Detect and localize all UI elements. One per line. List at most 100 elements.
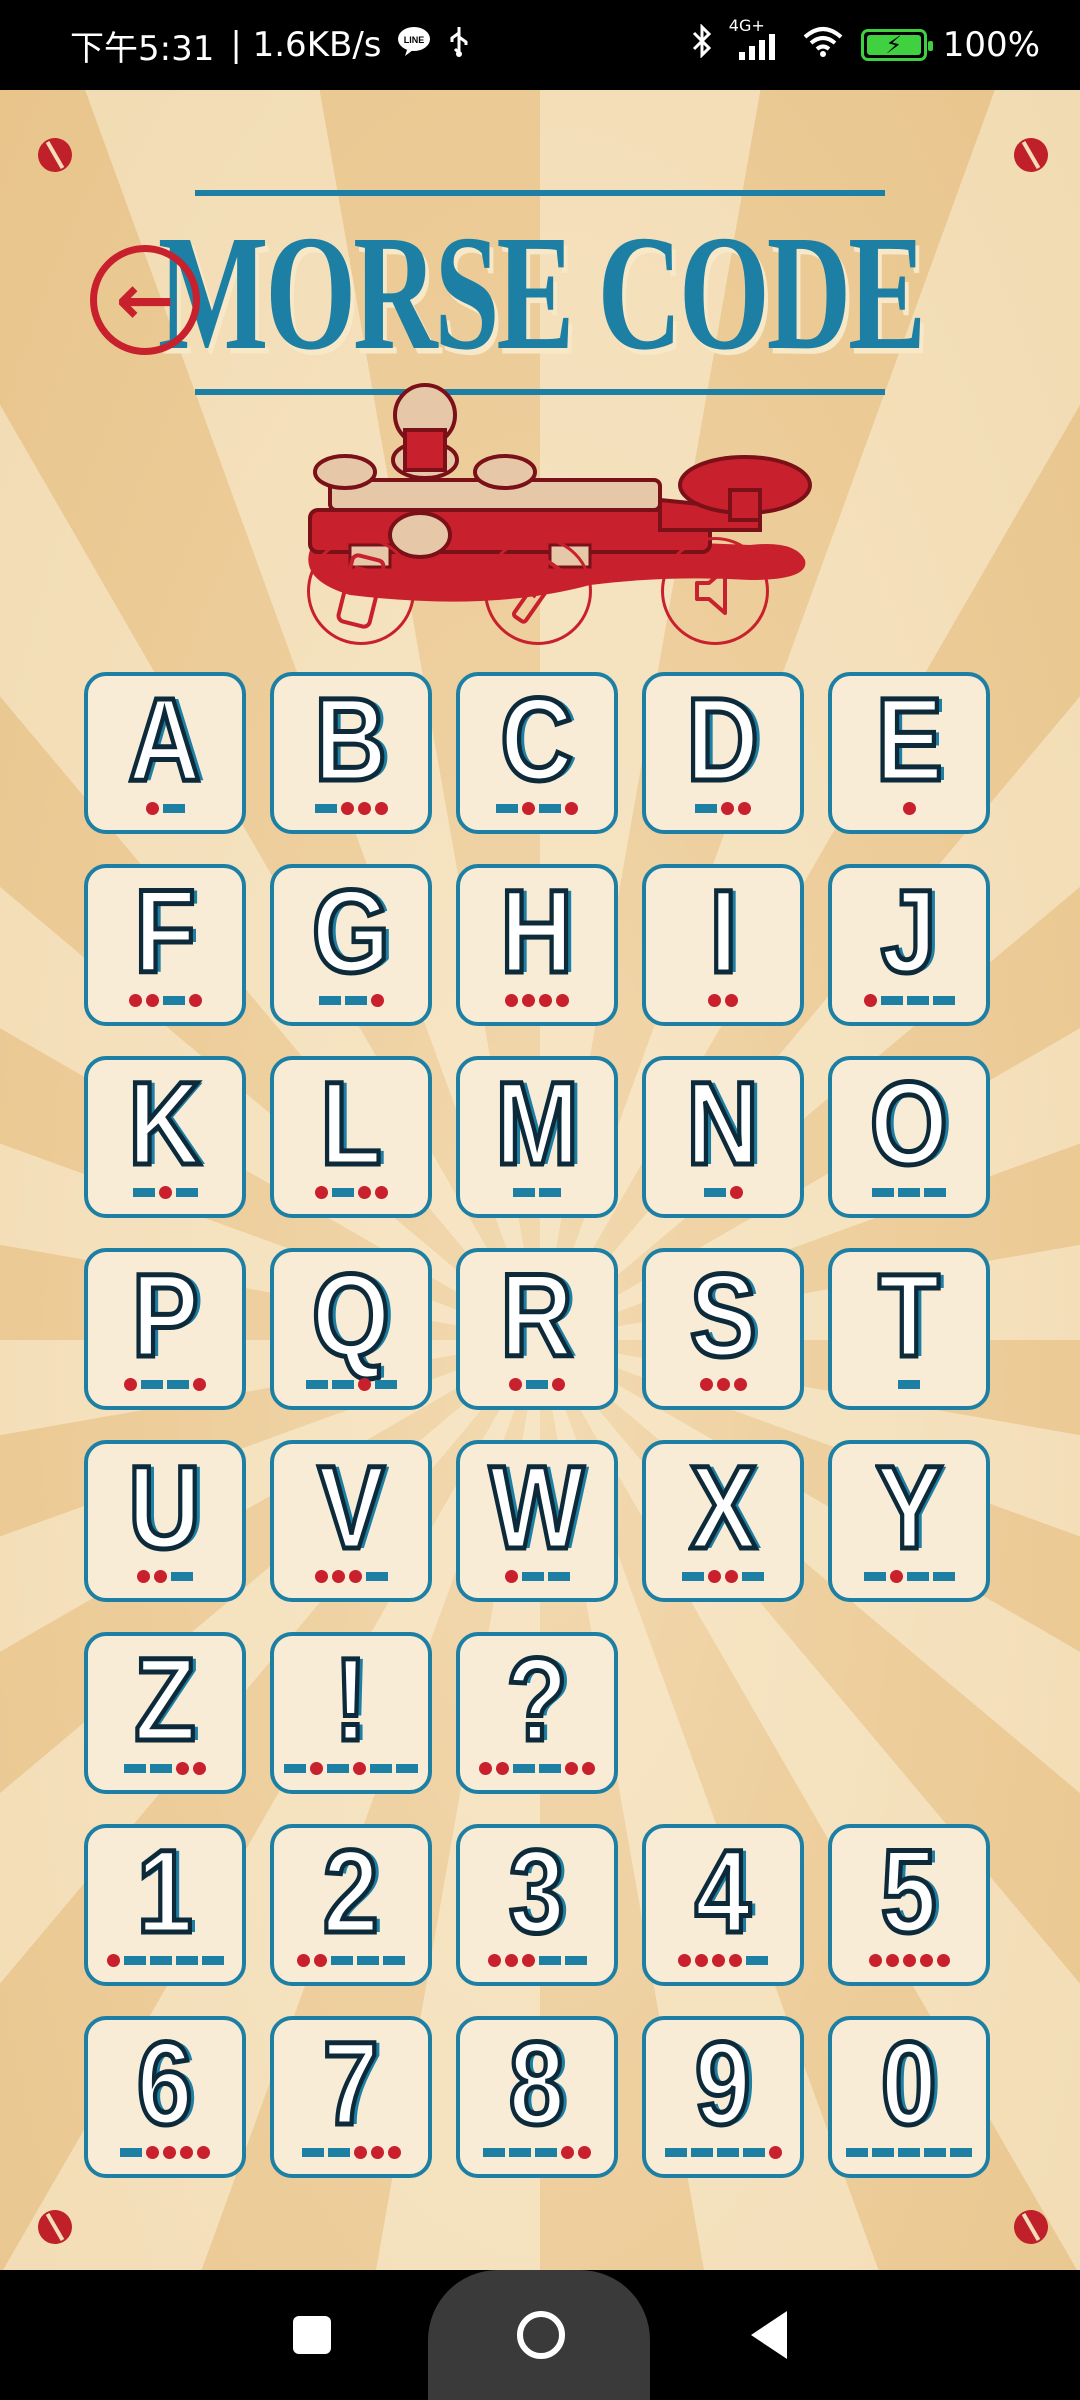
char-tile[interactable]: 1 xyxy=(84,1824,246,1986)
char-tile[interactable]: A xyxy=(84,672,246,834)
network-type-label: 4G+ xyxy=(728,16,765,35)
morse-dot xyxy=(158,1185,172,1199)
arrow-left-icon: ← xyxy=(115,259,175,341)
morse-code xyxy=(274,1184,428,1200)
morse-dash xyxy=(141,1379,163,1389)
morse-dot xyxy=(863,993,877,1007)
morse-dash xyxy=(742,1571,764,1581)
char-tile[interactable]: 7 xyxy=(270,2016,432,2178)
char-tile[interactable]: 9 xyxy=(642,2016,804,2178)
morse-dot xyxy=(505,993,518,1007)
morse-dot xyxy=(340,801,354,815)
char-tile[interactable]: W xyxy=(456,1440,618,1602)
morse-dot xyxy=(370,993,384,1007)
morse-dash xyxy=(318,995,341,1005)
char-tile[interactable]: Z xyxy=(84,1632,246,1794)
char-tile[interactable]: 0 xyxy=(828,2016,990,2178)
morse-dash xyxy=(162,803,185,813)
char-tile[interactable]: M xyxy=(456,1056,618,1218)
char-label: ! xyxy=(332,1634,370,1766)
morse-code xyxy=(274,992,428,1008)
char-tile[interactable]: H xyxy=(456,864,618,1026)
home-button[interactable] xyxy=(517,2311,565,2359)
char-tile[interactable]: 5 xyxy=(828,1824,990,1986)
morse-dash xyxy=(327,2147,350,2157)
morse-dash xyxy=(513,1763,535,1773)
char-tile[interactable]: S xyxy=(642,1248,804,1410)
char-tile[interactable]: N xyxy=(642,1056,804,1218)
char-label: Y xyxy=(873,1442,944,1574)
char-label: A xyxy=(127,674,204,806)
morse-dash xyxy=(331,1187,354,1197)
char-label: N xyxy=(685,1058,762,1190)
char-tile[interactable]: G xyxy=(270,864,432,1026)
morse-dash xyxy=(924,1187,946,1197)
logo-title: MORSE CODE xyxy=(157,201,925,384)
morse-code xyxy=(88,1184,242,1200)
morse-dash xyxy=(932,1571,955,1581)
morse-dash xyxy=(284,1763,306,1773)
morse-dash xyxy=(331,1955,353,1965)
phone-vibrate-button[interactable] xyxy=(307,537,415,645)
usb-icon xyxy=(447,25,471,65)
sound-button[interactable] xyxy=(661,537,769,645)
morse-code xyxy=(274,1376,428,1392)
char-tile[interactable]: Q xyxy=(270,1248,432,1410)
char-label: E xyxy=(873,674,944,806)
morse-dot xyxy=(154,1569,167,1583)
char-tile[interactable]: V xyxy=(270,1440,432,1602)
morse-dash xyxy=(301,2147,324,2157)
corner-bolt-icon xyxy=(1007,2203,1055,2251)
char-tile[interactable]: K xyxy=(84,1056,246,1218)
char-tile[interactable]: 3 xyxy=(456,1824,618,1986)
morse-dot xyxy=(729,1953,742,1967)
char-tile[interactable]: D xyxy=(642,672,804,834)
char-label: S xyxy=(687,1250,758,1382)
char-label: 1 xyxy=(135,1826,195,1958)
recent-apps-button[interactable] xyxy=(293,2316,331,2354)
morse-dash xyxy=(690,2147,713,2157)
char-tile[interactable]: 2 xyxy=(270,1824,432,1986)
char-tile[interactable]: E xyxy=(828,672,990,834)
char-label: K xyxy=(127,1058,204,1190)
char-tile[interactable]: X xyxy=(642,1440,804,1602)
char-tile[interactable]: ! xyxy=(270,1632,432,1794)
morse-dash xyxy=(175,1187,198,1197)
char-tile[interactable]: L xyxy=(270,1056,432,1218)
char-tile[interactable]: C xyxy=(456,672,618,834)
morse-dot xyxy=(738,801,751,815)
morse-dot xyxy=(522,801,535,815)
char-tile[interactable]: I xyxy=(642,864,804,1026)
char-tile[interactable]: B xyxy=(270,672,432,834)
char-tile[interactable]: R xyxy=(456,1248,618,1410)
char-tile[interactable]: ? xyxy=(456,1632,618,1794)
char-tile[interactable]: Y xyxy=(828,1440,990,1602)
morse-dash xyxy=(171,1571,193,1581)
char-label: 4 xyxy=(693,1826,753,1958)
back-nav-button[interactable] xyxy=(751,2311,787,2359)
morse-code xyxy=(460,992,614,1008)
morse-dash xyxy=(331,1379,354,1389)
char-label: Z xyxy=(132,1634,198,1766)
char-label: D xyxy=(685,674,762,806)
back-button[interactable]: ← xyxy=(90,245,200,355)
flashlight-button[interactable] xyxy=(484,537,592,645)
char-label: 2 xyxy=(321,1826,381,1958)
char-label: U xyxy=(127,1442,204,1574)
morse-dash xyxy=(535,2147,557,2157)
char-tile[interactable]: 8 xyxy=(456,2016,618,2178)
char-tile[interactable]: 4 xyxy=(642,1824,804,1986)
char-tile[interactable]: O xyxy=(828,1056,990,1218)
char-tile[interactable]: P xyxy=(84,1248,246,1410)
char-tile[interactable]: U xyxy=(84,1440,246,1602)
morse-dash xyxy=(327,1763,349,1773)
morse-dot xyxy=(357,801,371,815)
morse-code xyxy=(88,992,242,1008)
morse-dash xyxy=(201,1955,224,1965)
char-tile[interactable]: 6 xyxy=(84,2016,246,2178)
morse-dot xyxy=(565,1761,578,1775)
char-tile[interactable]: T xyxy=(828,1248,990,1410)
char-tile[interactable]: F xyxy=(84,864,246,1026)
char-tile[interactable]: J xyxy=(828,864,990,1026)
char-label: 7 xyxy=(321,2018,381,2150)
